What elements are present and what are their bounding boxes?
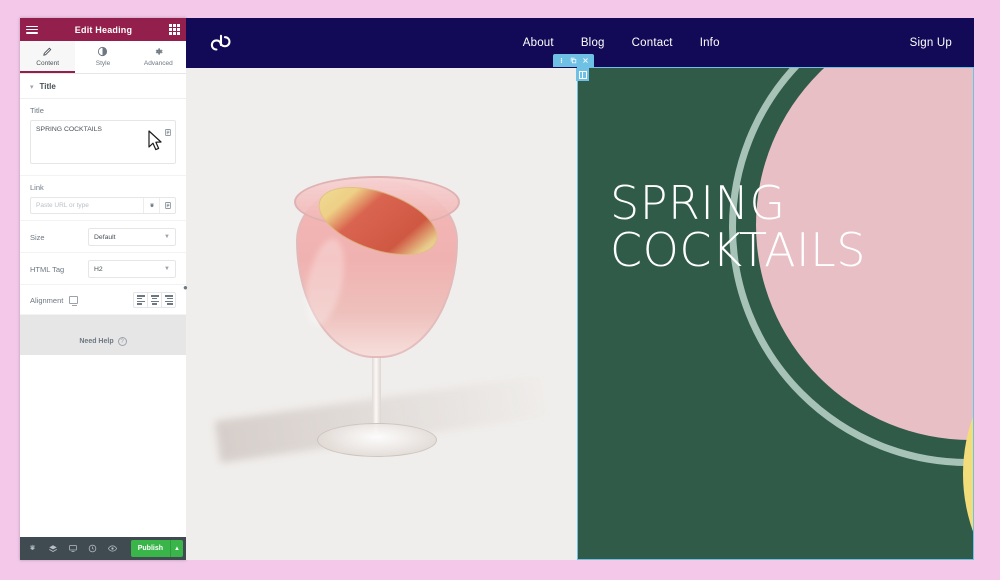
alignment-field-label: Alignment — [30, 295, 64, 305]
publish-button[interactable]: Publish ▲ — [130, 540, 183, 557]
control-size: Size Default ▼ — [20, 221, 186, 253]
align-right-icon[interactable] — [161, 292, 176, 308]
column-layout-icon[interactable] — [576, 68, 589, 81]
tab-advanced-label: Advanced — [143, 59, 173, 67]
title-field-label: Title — [30, 106, 44, 115]
tab-style-label: Style — [95, 59, 111, 67]
link-dynamic-tags-icon[interactable] — [159, 198, 175, 213]
panel-bottom-bar: Publish ▲ — [20, 537, 186, 560]
chevron-down-icon: ▾ — [30, 83, 34, 91]
tab-advanced[interactable]: Advanced — [130, 41, 186, 73]
tab-content[interactable]: Content — [20, 41, 76, 73]
main-navigation: About Blog Contact Info — [523, 37, 720, 49]
section-title-header[interactable]: ▾ Title — [20, 74, 186, 99]
need-help-link[interactable]: Need Help ? — [79, 337, 127, 346]
panel-footer: Need Help ? — [20, 315, 186, 355]
html-tag-select-value: H2 — [94, 265, 103, 273]
panel-header: Edit Heading — [20, 18, 186, 41]
align-center-icon[interactable] — [147, 292, 162, 308]
elementor-editor-panel: Edit Heading Content Style Advanced ▾ Ti… — [20, 18, 186, 560]
link-field-label: Link — [30, 183, 44, 192]
title-textarea-wrap — [30, 120, 176, 169]
chevron-down-icon: ▼ — [164, 234, 170, 240]
link-input[interactable] — [31, 198, 143, 213]
hero-heading-text[interactable]: SPRING COCKTAILS — [610, 179, 866, 275]
link-field — [30, 197, 176, 214]
panel-tabs: Content Style Advanced — [20, 41, 186, 74]
title-input[interactable] — [30, 120, 176, 164]
nav-item-contact[interactable]: Contact — [632, 37, 673, 49]
control-alignment: Alignment — [20, 285, 186, 315]
nav-item-blog[interactable]: Blog — [581, 37, 605, 49]
drag-handle-icon[interactable] — [558, 57, 565, 64]
need-help-label: Need Help — [79, 338, 114, 345]
widgets-grid-icon[interactable] — [169, 24, 180, 35]
nav-item-about[interactable]: About — [523, 37, 554, 49]
publish-options-caret-icon[interactable]: ▲ — [170, 540, 183, 557]
preview-canvas[interactable]: SPRING COCKTAILS About Blog Contact Info… — [186, 18, 974, 560]
align-left-icon[interactable] — [133, 292, 148, 308]
responsive-device-icon[interactable] — [69, 296, 79, 306]
control-html-tag: HTML Tag H2 ▼ — [20, 253, 186, 285]
html-tag-select[interactable]: H2 ▼ — [88, 260, 176, 278]
hero-heading-column[interactable]: SPRING COCKTAILS — [577, 68, 974, 560]
hamburger-menu-icon[interactable] — [26, 25, 38, 34]
widget-edit-toolbar — [553, 54, 594, 67]
chevron-down-icon: ▼ — [164, 266, 170, 272]
navigator-layers-icon[interactable] — [43, 539, 62, 558]
question-mark-icon: ? — [117, 337, 127, 346]
html-tag-field-label: HTML Tag — [30, 264, 65, 274]
glass-foot — [317, 423, 437, 457]
alignment-button-group — [133, 292, 176, 308]
link-options-gear-icon[interactable] — [143, 198, 159, 213]
gear-icon — [153, 46, 164, 57]
tab-content-label: Content — [36, 59, 60, 67]
dynamic-tags-icon[interactable] — [164, 124, 172, 136]
settings-gear-icon[interactable] — [23, 539, 42, 558]
tab-style[interactable]: Style — [75, 41, 131, 73]
glass-stem — [372, 353, 381, 433]
size-select-value: Default — [94, 233, 116, 241]
publish-button-label: Publish — [137, 545, 163, 552]
canvas-edge-marker: ● — [183, 283, 188, 292]
panel-body: ▾ Title Title Link — [20, 74, 186, 537]
panel-title: Edit Heading — [74, 24, 133, 35]
delete-icon[interactable] — [582, 57, 589, 64]
control-title: Title — [20, 99, 186, 176]
size-field-label: Size — [30, 232, 45, 242]
size-select[interactable]: Default ▼ — [88, 228, 176, 246]
section-title-label: Title — [39, 82, 56, 91]
control-link: Link — [20, 176, 186, 221]
history-clock-icon[interactable] — [83, 539, 102, 558]
signup-link[interactable]: Sign Up — [910, 37, 952, 49]
dp-monogram-logo[interactable] — [208, 30, 234, 56]
responsive-mode-icon[interactable] — [63, 539, 82, 558]
pencil-icon — [42, 46, 53, 57]
preview-eye-icon[interactable] — [103, 539, 122, 558]
hero-photo-column[interactable] — [186, 68, 577, 560]
duplicate-icon[interactable] — [570, 57, 577, 64]
nav-item-info[interactable]: Info — [700, 37, 720, 49]
contrast-circle-icon — [97, 46, 108, 57]
